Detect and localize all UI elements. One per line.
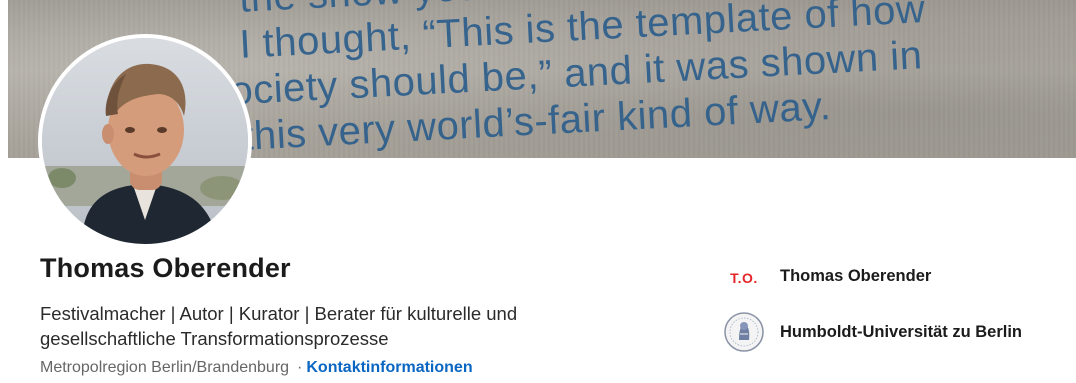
school-name: Humboldt-Universität zu Berlin xyxy=(780,322,1023,341)
location-row: Metropolregion Berlin/Brandenburg · Kontak… xyxy=(40,359,473,377)
profile-card: the show you were I thought, “This is th… xyxy=(0,0,1076,383)
university-seal-icon xyxy=(720,312,768,352)
separator-dot: · xyxy=(297,359,303,376)
company-name: Thomas Oberender xyxy=(780,266,932,285)
education-item[interactable]: Humboldt-Universität zu Berlin xyxy=(720,312,1022,352)
current-company-item[interactable]: T.O. Thomas Oberender xyxy=(720,262,931,290)
to-logo-icon: T.O. xyxy=(730,270,758,286)
person-photo-icon xyxy=(42,38,248,244)
contact-info-link[interactable]: Kontaktinformationen xyxy=(306,359,472,376)
profile-location: Metropolregion Berlin/Brandenburg xyxy=(40,359,290,376)
profile-name: Thomas Oberender xyxy=(40,253,291,283)
profile-photo[interactable] xyxy=(38,34,252,248)
profile-headline: Festivalmacher | Autor | Kurator | Berat… xyxy=(40,303,518,349)
